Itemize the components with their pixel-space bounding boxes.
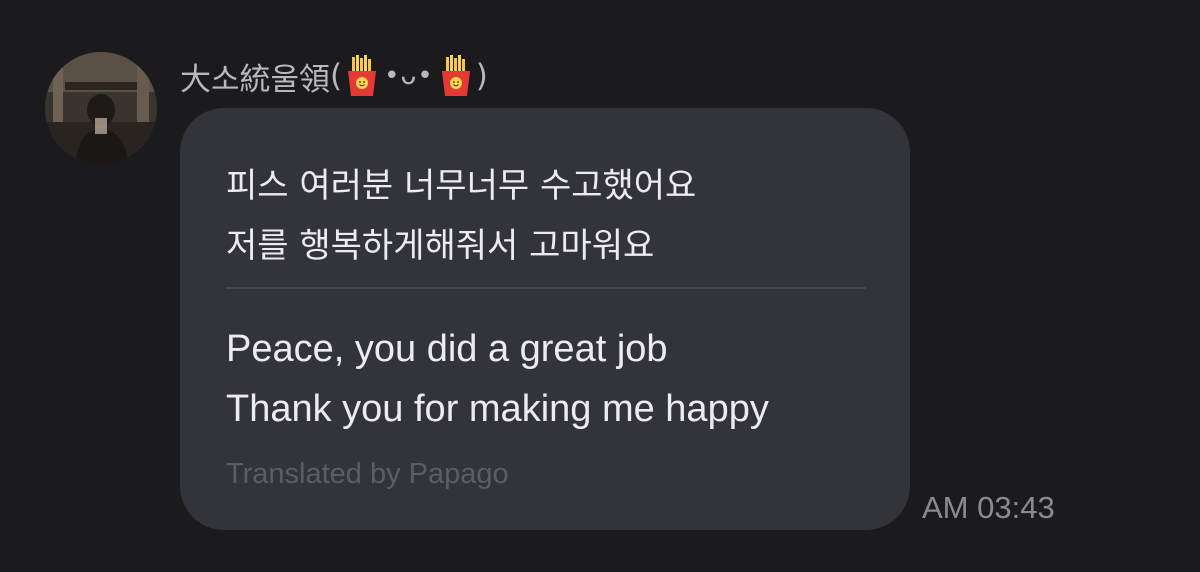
translator-credit: Translated by Papago — [226, 458, 509, 490]
sender-name-text: 大소統울領 — [180, 61, 331, 98]
sender-name: 大소統울領 ( •ᴗ•) — [180, 52, 488, 100]
translated-line: Thank you for making me happy — [226, 388, 769, 430]
chat-message-row: 大소統울領 ( •ᴗ•) 피스 여러분 너무너무 수고했어요 저를 행복하게해… — [0, 0, 1200, 572]
sender-name-open-paren: ( — [330, 58, 343, 94]
kaomoji-face: •ᴗ• — [384, 61, 434, 91]
translated-message: Peace, you did a great job Thank you for… — [226, 319, 769, 439]
message-bubble[interactable]: 피스 여러분 너무너무 수고했어요 저를 행복하게해줘서 고마워요 Peace,… — [180, 108, 910, 530]
original-line: 피스 여러분 너무너무 수고했어요 — [226, 166, 697, 206]
original-line: 저를 행복하게해줘서 고마워요 — [226, 226, 655, 266]
avatar[interactable] — [45, 52, 157, 164]
sender-name-close-paren: ) — [475, 58, 488, 94]
translated-line: Peace, you did a great job — [226, 328, 668, 370]
original-message: 피스 여러분 너무너무 수고했어요 저를 행복하게해줘서 고마워요 — [226, 156, 696, 276]
avatar-photo — [45, 52, 157, 164]
french-fries-icon — [438, 55, 474, 97]
translation-divider — [226, 287, 866, 289]
french-fries-icon — [344, 55, 380, 97]
message-timestamp: AM 03:43 — [922, 490, 1055, 525]
